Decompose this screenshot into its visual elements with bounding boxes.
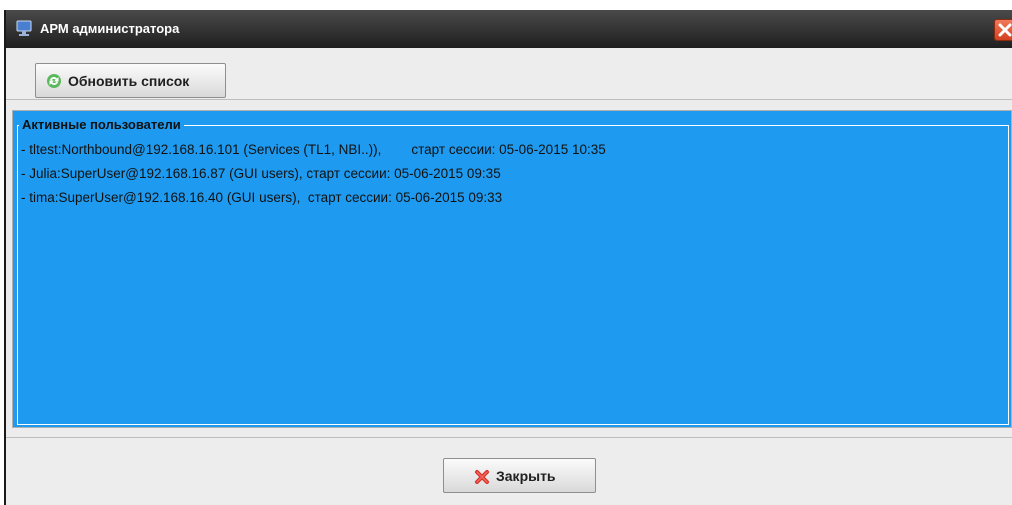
user-entry: - tltest:Northbound@192.168.16.101 (Serv…	[21, 142, 606, 157]
close-button-label: Закрыть	[496, 468, 556, 484]
refresh-list-button[interactable]: Обновить список	[35, 63, 226, 98]
monitor-icon	[16, 20, 32, 36]
footer: Закрыть	[6, 437, 1012, 505]
title-bar[interactable]: АРМ администратора	[6, 10, 1012, 48]
admin-window: АРМ администратора Обновить список Актив…	[4, 10, 1012, 505]
active-users-panel[interactable]: Активные пользователи - tltest:Northboun…	[12, 110, 1012, 428]
user-entry: - tima:SuperUser@192.168.16.40 (GUI user…	[21, 190, 503, 205]
refresh-button-label: Обновить список	[68, 73, 190, 89]
toolbar: Обновить список	[6, 48, 1012, 100]
window-title: АРМ администратора	[40, 21, 180, 36]
close-icon	[998, 23, 1012, 37]
user-entry: - Julia:SuperUser@192.168.16.87 (GUI use…	[21, 166, 501, 181]
window-close-button[interactable]	[994, 19, 1012, 41]
refresh-icon	[46, 73, 62, 89]
red-x-icon	[474, 469, 490, 485]
panel-title: Активные пользователи	[19, 117, 184, 132]
close-button[interactable]: Закрыть	[443, 458, 596, 493]
